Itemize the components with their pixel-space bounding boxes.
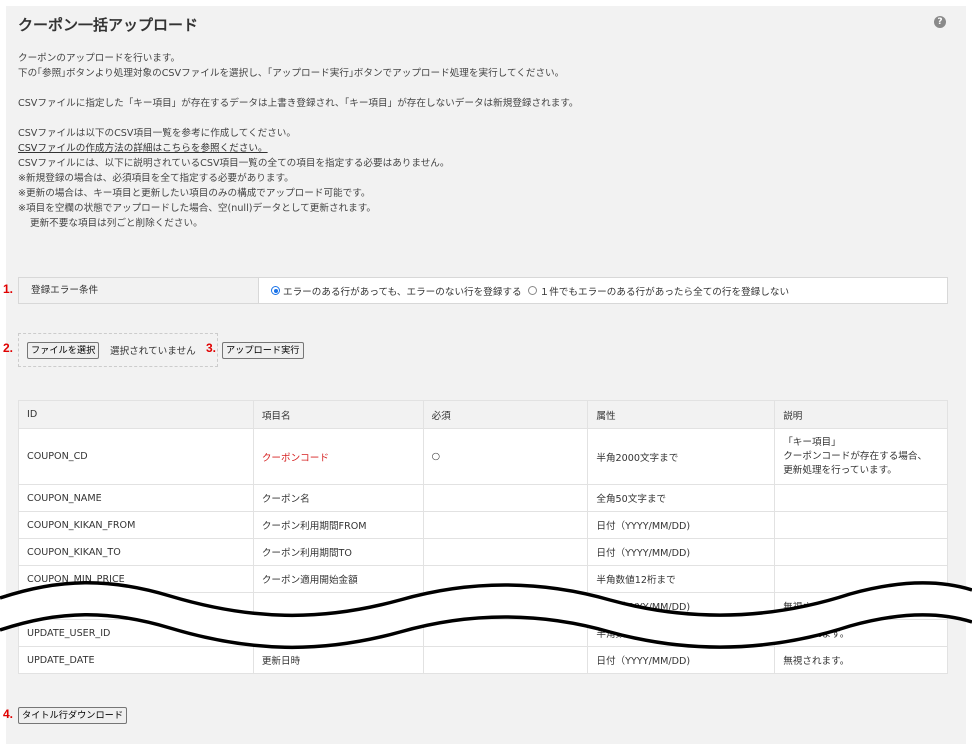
- column-header-attribute: 属性: [587, 400, 776, 429]
- step-marker-4: 4.: [3, 707, 14, 721]
- description-line: CSVファイルに指定した「キー項目」が存在するデータは上書き登録され、「キー項目…: [18, 98, 579, 109]
- omission-wave-band: [0, 581, 972, 650]
- column-header-id: ID: [18, 400, 254, 429]
- option-label: １件でもエラーのある行があったら全ての行を登録しない: [539, 286, 790, 298]
- error-condition-label: 登録エラー条件: [19, 278, 259, 303]
- reject-all-on-error-option[interactable]: １件でもエラーのある行があったら全ての行を登録しない: [527, 284, 790, 298]
- table-row: COUPON_NAME クーポン名 全角50文字まで: [18, 484, 948, 512]
- column-header-required: 必須: [422, 400, 589, 429]
- cell-attribute: 日付（YYYY/MM/DD): [587, 538, 776, 566]
- cell-id: COUPON_CD: [18, 428, 254, 485]
- table-row: COUPON_KIKAN_FROM クーポン利用期間FROM 日付（YYYY/M…: [18, 511, 948, 539]
- description-line: 下の｢参照｣ボタンより処理対象のCSVファイルを選択し、｢アップロード実行｣ボタ…: [18, 68, 565, 79]
- cell-required: [422, 538, 589, 566]
- page-title: クーポン一括アップロード: [18, 16, 199, 34]
- table-row: COUPON_CD クーポンコード ○ 半角2000文字まで 「キー項目」 クー…: [18, 428, 948, 485]
- cell-attribute: 半角2000文字まで: [587, 428, 776, 485]
- cell-id: COUPON_NAME: [18, 484, 254, 512]
- help-icon[interactable]: ?: [934, 16, 946, 28]
- cell-name-key-item: クーポンコード: [252, 428, 424, 485]
- cell-id: COUPON_KIKAN_TO: [18, 538, 254, 566]
- description-line: クーポンのアップロードを行います。: [18, 53, 181, 64]
- cell-attribute: 日付（YYYY/MM/DD): [587, 511, 776, 539]
- cell-description: [774, 511, 948, 539]
- description-line: ※更新の場合は、キー項目と更新したい項目のみの構成でアップロード可能です。: [18, 188, 371, 199]
- step-marker-1: 1.: [3, 282, 14, 296]
- error-condition-options: エラーのある行があっても、エラーのない行を登録する １件でもエラーのある行があっ…: [271, 278, 795, 303]
- upload-execute-button[interactable]: アップロード実行: [222, 342, 304, 359]
- description-line: 更新不要な項目は列ごと削除ください。: [30, 218, 203, 229]
- cell-required: [422, 511, 589, 539]
- cell-name: クーポン利用期間TO: [252, 538, 424, 566]
- step-marker-2: 2.: [3, 341, 14, 355]
- table-header-row: ID 項目名 必須 属性 説明: [18, 400, 948, 429]
- error-condition-row: 登録エラー条件 エラーのある行があっても、エラーのない行を登録する １件でもエラ…: [18, 277, 948, 304]
- description-line: CSVファイルには、以下に説明されているCSV項目一覧の全ての項目を指定する必要…: [18, 158, 450, 169]
- column-header-description: 説明: [774, 400, 948, 429]
- cell-name: クーポン利用期間FROM: [252, 511, 424, 539]
- cell-description: 「キー項目」 クーポンコードが存在する場合、 更新処理を行っています。: [774, 428, 948, 485]
- register-valid-rows-option[interactable]: エラーのある行があっても、エラーのない行を登録する: [271, 284, 522, 298]
- cell-required: ○: [422, 428, 589, 485]
- description-line: ※項目を空欄の状態でアップロードした場合、空(null)データとして更新されます…: [18, 203, 376, 214]
- csv-help-link[interactable]: CSVファイルの作成方法の詳細はこちらを参照ください。: [18, 143, 268, 155]
- cell-description: [774, 484, 948, 512]
- column-header-name: 項目名: [252, 400, 424, 429]
- radio-unchecked-icon[interactable]: [527, 286, 537, 295]
- description-line: ※新規登録の場合は、必須項目を全て指定する必要があります。: [18, 173, 294, 184]
- cell-required: [422, 484, 589, 512]
- description-line: CSVファイルは以下のCSV項目一覧を参考に作成してください。: [18, 128, 296, 139]
- option-label: エラーのある行があっても、エラーのない行を登録する: [283, 286, 522, 298]
- radio-checked-icon[interactable]: [271, 286, 280, 295]
- cell-attribute: 全角50文字まで: [587, 484, 776, 512]
- download-title-row-button[interactable]: タイトル行ダウンロード: [18, 707, 128, 724]
- cell-id: COUPON_KIKAN_FROM: [18, 511, 254, 539]
- choose-file-button[interactable]: ファイルを選択: [27, 342, 100, 359]
- cell-description: [774, 538, 948, 566]
- cell-name: クーポン名: [252, 484, 424, 512]
- table-row: COUPON_KIKAN_TO クーポン利用期間TO 日付（YYYY/MM/DD…: [18, 538, 948, 566]
- file-status-text: 選択されていません: [110, 346, 196, 357]
